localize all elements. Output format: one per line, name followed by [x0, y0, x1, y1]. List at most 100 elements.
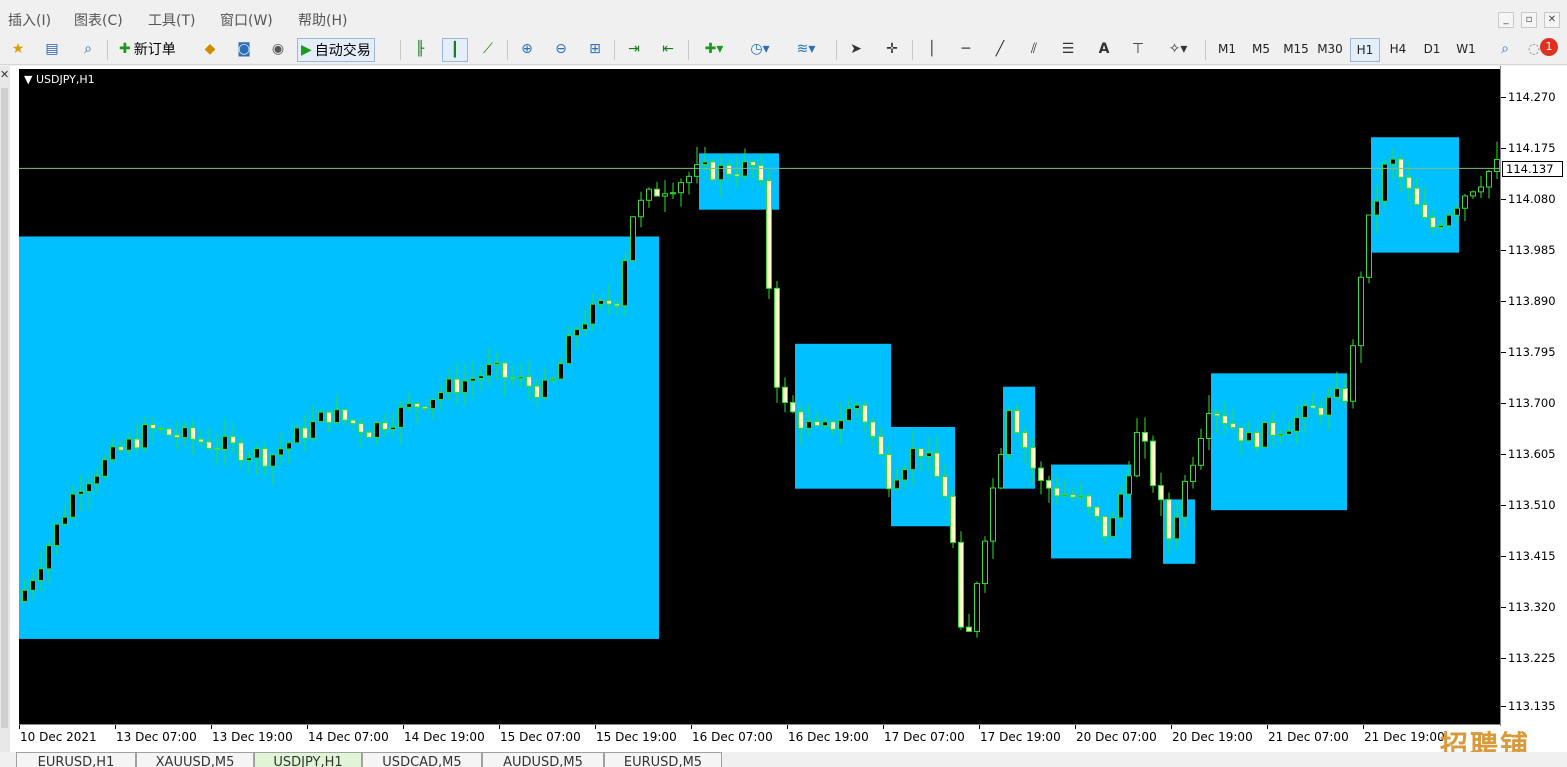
restore-button[interactable]: ▫	[1521, 12, 1537, 28]
tab-eurusd-m5[interactable]: EURUSD,M5	[604, 752, 722, 767]
time-tick-label: 16 Dec 07:00	[692, 730, 773, 744]
time-tick-label: 14 Dec 07:00	[308, 730, 389, 744]
candle-bull	[1478, 186, 1484, 193]
text-label-icon[interactable]: ⊤	[1126, 38, 1150, 60]
candle-bull	[438, 392, 444, 401]
candle-bull	[182, 427, 188, 439]
minimize-button[interactable]: _	[1498, 12, 1514, 28]
candle-bull	[1470, 191, 1476, 197]
search-icon[interactable]: ⌕	[1493, 38, 1517, 60]
indicators-dropdown-icon[interactable]: ✚▾	[696, 38, 732, 60]
auto-scroll-icon[interactable]: ⇥	[622, 38, 646, 60]
new-order-button[interactable]: ✚ 新订单	[116, 38, 179, 60]
equidistant-channel-icon[interactable]: ⫽	[1022, 38, 1046, 60]
close-panel-icon[interactable]: ✕	[0, 68, 9, 81]
candle-bull	[678, 182, 684, 194]
chart-shift-icon[interactable]: ⇤	[656, 38, 680, 60]
candle-bull	[694, 164, 700, 177]
menu-window[interactable]: 窗口(W)	[220, 10, 273, 30]
time-tick-mark	[211, 725, 212, 729]
time-tick-label: 16 Dec 19:00	[788, 730, 869, 744]
candle-bull	[478, 375, 484, 379]
candle-bull	[1454, 207, 1460, 216]
menu-tools[interactable]: 工具(T)	[148, 10, 195, 30]
candle-bull	[406, 403, 412, 408]
menu-charts[interactable]: 图表(C)	[74, 10, 123, 30]
templates-dropdown-icon[interactable]: ≋▾	[788, 38, 824, 60]
candle-bear	[1318, 407, 1324, 416]
favorites-star-icon[interactable]: ★	[6, 38, 30, 60]
close-button[interactable]: ✕	[1544, 12, 1560, 28]
metaeditor-icon[interactable]: ◙	[232, 38, 256, 60]
candle-bull	[1374, 200, 1380, 216]
timeframe-m5[interactable]: M5	[1247, 38, 1275, 60]
chart-tab-bar: EURUSD,H1 XAUUSD,M5 USDJPY,H1 USDCAD,M5 …	[0, 752, 1567, 767]
tab-usdjpy-h1[interactable]: USDJPY,H1	[254, 752, 362, 767]
timeframe-w1[interactable]: W1	[1452, 38, 1480, 60]
candle-bull	[1278, 433, 1284, 437]
new-order-icon: ✚	[119, 41, 131, 57]
candle-bull	[998, 454, 1004, 489]
auto-trading-button[interactable]: ▶ 自动交易	[297, 38, 375, 62]
candle-bear	[134, 438, 140, 449]
fibonacci-icon[interactable]: ☰	[1056, 38, 1080, 60]
candle-bull	[1382, 163, 1388, 202]
periods-dropdown-icon[interactable]: ◷▾	[742, 38, 778, 60]
candlestick-chart-icon[interactable]: ┃	[442, 38, 468, 62]
data-window-icon[interactable]: ⌕	[76, 38, 100, 60]
tile-windows-icon[interactable]: ⊞	[583, 38, 607, 60]
candle-bear	[1014, 409, 1020, 434]
price-tick-mark	[1501, 97, 1506, 98]
candle-bull	[822, 421, 828, 427]
arrows-dropdown-icon[interactable]: ✧▾	[1160, 38, 1196, 60]
candle-bear	[1254, 431, 1260, 448]
candle-bear	[342, 409, 348, 421]
market-watch-icon[interactable]: ▤	[40, 38, 64, 60]
zoom-in-icon[interactable]: ⊕	[515, 38, 539, 60]
time-tick-mark	[1363, 725, 1364, 729]
cursor-icon[interactable]: ➤	[844, 38, 868, 60]
candle-bull	[1174, 516, 1180, 540]
candle-bull	[54, 523, 60, 547]
timeframe-h4[interactable]: H4	[1384, 38, 1412, 60]
menu-help[interactable]: 帮助(H)	[298, 10, 347, 30]
zoom-out-icon[interactable]: ⊖	[549, 38, 573, 60]
trendline-icon[interactable]: ╱	[988, 38, 1012, 60]
gold-bar-icon[interactable]: ◆	[198, 38, 222, 60]
bar-chart-icon[interactable]: ╟	[408, 38, 432, 60]
current-price-label: 114.137	[1502, 161, 1563, 177]
tab-xauusd-m5[interactable]: XAUUSD,M5	[136, 752, 254, 767]
tab-audusd-m5[interactable]: AUDUSD,M5	[482, 752, 604, 767]
timeframe-m1[interactable]: M1	[1213, 38, 1241, 60]
chart-area[interactable]	[19, 69, 1500, 724]
timeframe-h1[interactable]: H1	[1350, 38, 1380, 62]
time-tick-mark	[787, 725, 788, 729]
tab-usdcad-m5[interactable]: USDCAD,M5	[362, 752, 482, 767]
candle-bull	[254, 448, 260, 459]
candle-bull	[1062, 494, 1068, 497]
candle-bull	[566, 335, 572, 365]
menu-insert[interactable]: 插入(I)	[8, 10, 51, 30]
price-tick-mark	[1501, 147, 1506, 149]
candle-bear	[158, 427, 164, 430]
signals-icon[interactable]: ◉	[266, 38, 290, 60]
range-box-8	[1211, 373, 1347, 511]
candle-bull	[1294, 417, 1300, 432]
candle-bull	[1350, 345, 1356, 402]
time-tick-label: 17 Dec 07:00	[884, 730, 965, 744]
timeframe-m30[interactable]: M30	[1315, 38, 1345, 60]
candle-bear	[198, 438, 204, 443]
timeframe-m15[interactable]: M15	[1281, 38, 1311, 60]
vertical-line-icon[interactable]: │	[920, 38, 944, 60]
left-scrollbar[interactable]	[1, 88, 8, 728]
tab-eurusd-h1[interactable]: EURUSD,H1	[16, 752, 136, 767]
line-chart-icon[interactable]: ⟋	[476, 38, 500, 60]
price-tick-label: 113.795	[1508, 344, 1556, 359]
candle-bull	[486, 363, 492, 377]
timeframe-d1[interactable]: D1	[1418, 38, 1446, 60]
text-tool-icon[interactable]: A	[1092, 38, 1116, 60]
candle-bear	[1086, 495, 1092, 508]
candle-bear	[422, 406, 428, 410]
crosshair-icon[interactable]: ✛	[880, 38, 904, 60]
horizontal-line-icon[interactable]: ─	[954, 38, 978, 60]
